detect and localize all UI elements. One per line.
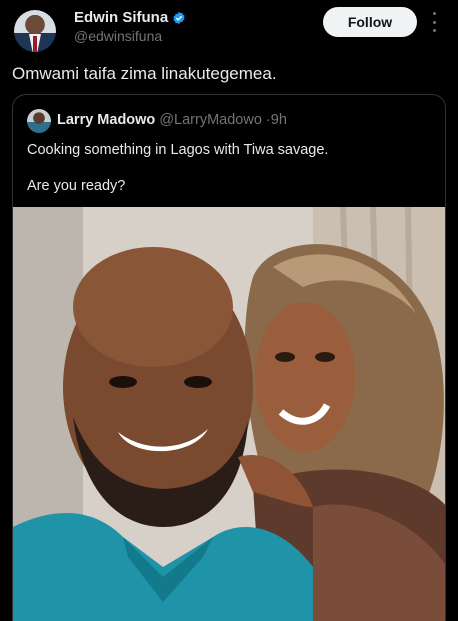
quoted-tweet-photo[interactable] — [13, 207, 445, 621]
avatar-tie — [33, 36, 37, 52]
quoted-author-name[interactable]: Larry Madowo — [57, 112, 155, 128]
author-handle[interactable]: @edwinsifuna — [74, 28, 162, 44]
author-name-row[interactable]: Edwin Sifuna — [74, 9, 186, 26]
quoted-tweet-card[interactable]: Larry Madowo @LarryMadowo ·9h Cooking so… — [12, 94, 446, 621]
quoted-author-handle[interactable]: @LarryMadowo — [159, 112, 262, 128]
tweet-header: Edwin Sifuna @edwinsifuna Follow — [0, 0, 458, 58]
author-avatar[interactable] — [14, 10, 56, 52]
quoted-tweet-meta: Larry Madowo @LarryMadowo ·9h — [57, 112, 287, 128]
more-vertical-icon[interactable] — [430, 12, 438, 32]
quoted-author-avatar[interactable] — [27, 109, 51, 133]
quoted-tweet-text-line1: Cooking something in Lagos with Tiwa sav… — [27, 142, 329, 158]
quoted-tweet-time[interactable]: 9h — [271, 112, 287, 128]
quoted-tweet-text-line2: Are you ready? — [27, 178, 126, 194]
author-display-name[interactable]: Edwin Sifuna — [74, 9, 168, 26]
tweet-text: Omwami taifa zima linakutegemea. — [12, 64, 277, 83]
follow-button[interactable]: Follow — [323, 7, 417, 37]
selfie-photo-illustration — [13, 207, 445, 621]
verified-badge-icon — [173, 11, 185, 24]
